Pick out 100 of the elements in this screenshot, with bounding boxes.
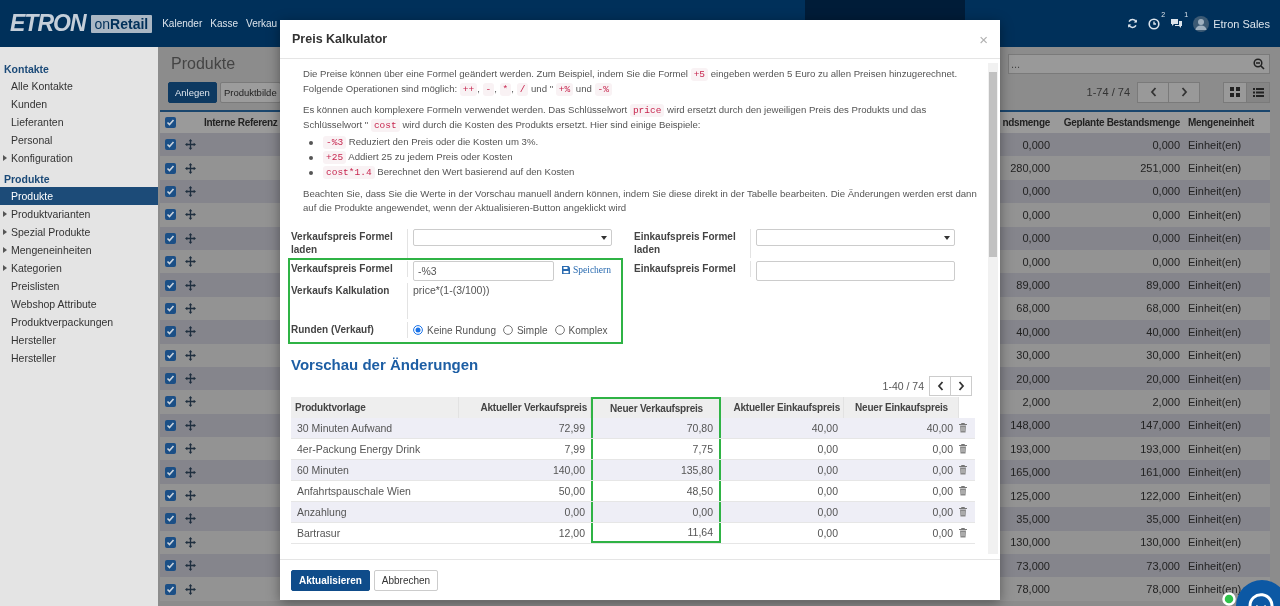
sidebar-item[interactable]: Preislisten (0, 277, 158, 295)
drag-handle-icon[interactable] (184, 513, 196, 525)
sidebar-item[interactable]: Produktvarianten (0, 205, 158, 223)
checkbox[interactable] (164, 117, 176, 128)
chat-icon[interactable] (1170, 18, 1184, 29)
trash-icon[interactable] (959, 507, 967, 517)
table-cell[interactable]: 50,00 (459, 485, 591, 497)
column-header[interactable]: Aktueller Verkaufspreis (459, 397, 591, 418)
trash-icon[interactable] (959, 444, 967, 454)
previous-button[interactable] (929, 376, 951, 396)
checkbox[interactable] (164, 396, 176, 408)
checkbox[interactable] (164, 560, 176, 572)
column-header[interactable]: ndsmenge (1000, 117, 1050, 128)
sidebar-item[interactable]: Lieferanten (0, 113, 158, 131)
checkbox[interactable] (164, 349, 176, 361)
table-cell[interactable]: 0,00 (721, 443, 844, 455)
drag-handle-icon[interactable] (184, 349, 196, 361)
table-cell[interactable]: 12,00 (459, 527, 591, 539)
checkbox[interactable] (164, 443, 176, 455)
checkbox[interactable] (164, 209, 176, 221)
next-button[interactable] (950, 376, 972, 396)
checkbox[interactable] (164, 583, 176, 595)
input-field[interactable]: -%3 (413, 261, 554, 281)
checkbox[interactable] (164, 536, 176, 548)
sidebar-item[interactable]: Kategorien (0, 259, 158, 277)
table-cell[interactable]: 72,99 (459, 422, 591, 434)
drag-handle-icon[interactable] (184, 302, 196, 314)
view-toggle[interactable] (1223, 81, 1247, 103)
refresh-icon[interactable] (1127, 18, 1139, 29)
checkbox[interactable] (164, 162, 176, 174)
checkbox[interactable] (164, 185, 176, 197)
table-cell[interactable]: 11,64 (591, 523, 721, 543)
radio-option[interactable]: Komplex (554, 324, 608, 336)
checkbox[interactable] (164, 302, 176, 314)
clock-icon[interactable] (1148, 17, 1161, 30)
trash-icon[interactable] (959, 465, 967, 475)
table-cell[interactable]: 0,00 (721, 527, 844, 539)
table-cell[interactable]: 0,00 (591, 502, 721, 522)
sidebar-item[interactable]: Produkte (0, 187, 158, 205)
checkbox[interactable] (164, 326, 176, 338)
drag-handle-icon[interactable] (184, 396, 196, 408)
table-cell[interactable]: 0,00 (844, 485, 959, 497)
checkbox[interactable] (164, 513, 176, 525)
checkbox[interactable] (164, 419, 176, 431)
sidebar-item[interactable]: Webshop Attribute (0, 295, 158, 313)
drag-handle-icon[interactable] (184, 560, 196, 572)
sidebar-item[interactable]: Kunden (0, 95, 158, 113)
drag-handle-icon[interactable] (184, 466, 196, 478)
checkbox[interactable] (164, 139, 176, 151)
sidebar-item[interactable]: Alle Kontakte (0, 77, 158, 95)
column-header[interactable]: Geplante Bestandsmenge (1050, 117, 1184, 128)
sidebar-item[interactable]: Konfiguration (0, 149, 158, 167)
sidebar-item[interactable]: Produktverpackungen (0, 313, 158, 331)
table-cell[interactable]: 0,00 (459, 506, 591, 518)
table-cell[interactable]: 0,00 (721, 485, 844, 497)
checkbox[interactable] (164, 232, 176, 244)
drag-handle-icon[interactable] (184, 279, 196, 291)
nav-item[interactable]: Kasse (210, 18, 239, 29)
drag-handle-icon[interactable] (184, 583, 196, 595)
drag-handle-icon[interactable] (184, 443, 196, 455)
drag-handle-icon[interactable] (184, 256, 196, 268)
drag-handle-icon[interactable] (184, 185, 196, 197)
drag-handle-icon[interactable] (184, 232, 196, 244)
table-cell[interactable]: 135,80 (591, 460, 721, 480)
checkbox[interactable] (164, 279, 176, 291)
scrollbar[interactable] (988, 63, 998, 554)
trash-icon[interactable] (959, 528, 967, 538)
table-cell[interactable]: 0,00 (844, 464, 959, 476)
table-cell[interactable]: 0,00 (721, 506, 844, 518)
checkbox[interactable] (164, 490, 176, 502)
create-button[interactable]: Anlegen (168, 81, 217, 103)
table-cell[interactable]: 7,99 (459, 443, 591, 455)
trash-icon[interactable] (959, 423, 967, 433)
column-header[interactable]: Neuer Verkaufspreis (591, 397, 721, 418)
view-toggle[interactable] (1246, 81, 1270, 103)
table-cell[interactable]: 40,00 (844, 422, 959, 434)
table-cell[interactable]: 40,00 (721, 422, 844, 434)
user-name[interactable]: Etron Sales (1213, 17, 1270, 30)
table-cell[interactable]: 140,00 (459, 464, 591, 476)
sidebar-item[interactable]: Spezial Produkte (0, 223, 158, 241)
checkbox[interactable] (164, 373, 176, 385)
cancel-button[interactable]: Abbrechen (373, 569, 439, 591)
drag-handle-icon[interactable] (184, 419, 196, 431)
scrollbar-thumb[interactable] (989, 72, 997, 257)
drag-handle-icon[interactable] (184, 139, 196, 151)
drag-handle-icon[interactable] (184, 209, 196, 221)
input-field[interactable] (756, 261, 955, 281)
avatar-icon[interactable] (1193, 15, 1210, 32)
sidebar-item[interactable]: Hersteller (0, 331, 158, 349)
drag-handle-icon[interactable] (184, 326, 196, 338)
column-header[interactable]: Mengeneinheit (1184, 117, 1270, 128)
drag-handle-icon[interactable] (184, 162, 196, 174)
toolbar-button[interactable]: Produktbilde (219, 81, 281, 103)
column-header[interactable]: Produktvorlage (291, 397, 459, 418)
drag-handle-icon[interactable] (184, 490, 196, 502)
sidebar-item[interactable]: Personal (0, 131, 158, 149)
table-cell[interactable]: 70,80 (591, 418, 721, 438)
table-cell[interactable]: 0,00 (844, 527, 959, 539)
drag-handle-icon[interactable] (184, 373, 196, 385)
sidebar-item[interactable]: Hersteller (0, 349, 158, 367)
